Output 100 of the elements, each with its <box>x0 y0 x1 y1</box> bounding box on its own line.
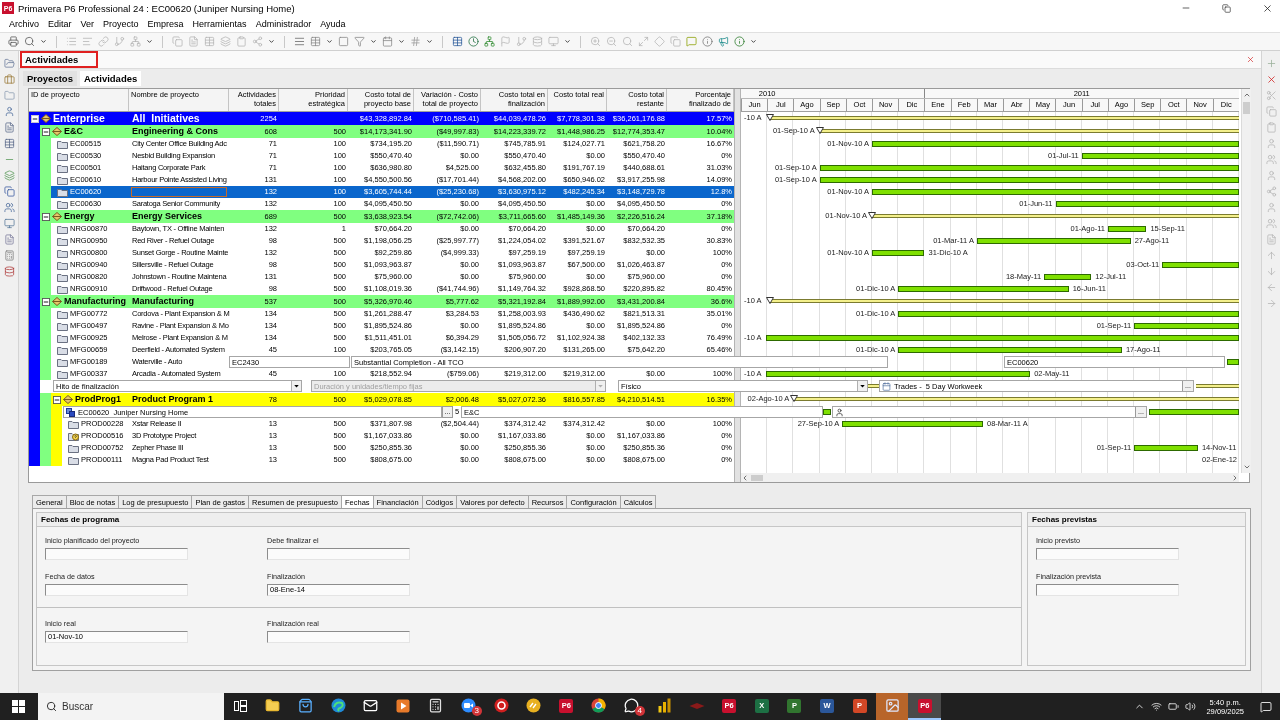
tab[interactable]: Actividades <box>79 71 142 86</box>
users-icon[interactable] <box>3 202 15 213</box>
menu-item[interactable]: Herramientas <box>191 19 248 29</box>
scissors-icon[interactable] <box>1265 90 1277 101</box>
clock-icon[interactable] <box>468 36 479 47</box>
document-icon[interactable] <box>3 122 15 133</box>
printer-icon[interactable] <box>8 36 19 47</box>
tab[interactable]: Proyectos <box>23 71 77 86</box>
arrow-up-icon[interactable] <box>1265 250 1277 261</box>
arrow-right-icon[interactable] <box>1265 298 1277 309</box>
user-icon[interactable] <box>3 106 15 117</box>
collapse-icon[interactable] <box>42 297 50 306</box>
caret-icon[interactable] <box>857 381 867 391</box>
monitor-icon[interactable] <box>548 36 559 47</box>
date-field[interactable] <box>45 584 188 596</box>
user-icon[interactable] <box>1265 170 1277 181</box>
name-input[interactable] <box>131 187 227 197</box>
users-icon[interactable] <box>1265 154 1277 165</box>
copy-icon[interactable] <box>1265 106 1277 117</box>
date-field[interactable] <box>1036 548 1179 560</box>
search-icon[interactable] <box>24 36 35 47</box>
menu-item[interactable]: Proyecto <box>102 19 140 29</box>
flag-icon[interactable] <box>500 36 511 47</box>
arrow-left-icon[interactable] <box>1265 282 1277 293</box>
table-icon[interactable] <box>452 36 463 47</box>
user-icon[interactable] <box>1265 138 1277 149</box>
layers-icon[interactable] <box>220 36 231 47</box>
table-icon[interactable] <box>3 138 15 149</box>
close-icon[interactable] <box>1265 74 1277 85</box>
document-icon[interactable] <box>3 234 15 245</box>
copy-icon[interactable] <box>670 36 681 47</box>
chevron-right-icon[interactable] <box>1231 473 1239 482</box>
zoom-in-icon[interactable] <box>590 36 601 47</box>
network-icon[interactable] <box>484 36 495 47</box>
zoom-out-icon[interactable] <box>606 36 617 47</box>
maximize-icon[interactable] <box>638 36 649 47</box>
layers-icon[interactable] <box>3 170 15 181</box>
restore-icon[interactable] <box>1222 3 1231 13</box>
filter-icon[interactable] <box>354 36 365 47</box>
date-field[interactable] <box>1036 584 1179 596</box>
database-icon[interactable] <box>3 266 15 277</box>
link-icon[interactable] <box>98 36 109 47</box>
share-icon[interactable] <box>252 36 263 47</box>
arrow-down-icon[interactable] <box>1265 266 1277 277</box>
vertical-scrollbar[interactable] <box>1241 89 1251 473</box>
horizontal-scrollbar[interactable] <box>741 473 1239 482</box>
menu-item[interactable]: Empresa <box>146 19 185 29</box>
square-icon[interactable] <box>338 36 349 47</box>
folder-icon[interactable] <box>3 58 15 69</box>
monitor-icon[interactable] <box>3 218 15 229</box>
calculator-icon[interactable] <box>3 250 15 261</box>
scroll-thumb[interactable] <box>1243 102 1250 114</box>
chevron-up-icon[interactable] <box>1242 91 1251 99</box>
folder-icon[interactable] <box>3 90 15 101</box>
scroll-thumb[interactable] <box>751 474 763 481</box>
database-icon[interactable] <box>532 36 543 47</box>
network-icon[interactable] <box>130 36 141 47</box>
taskbar-button[interactable]: 3 <box>452 693 485 720</box>
chevron-down-icon[interactable] <box>1242 463 1251 471</box>
document-icon[interactable] <box>188 36 199 47</box>
search-field[interactable]: Buscar <box>38 693 224 720</box>
users-icon[interactable] <box>1265 218 1277 229</box>
wifi-icon[interactable] <box>1151 701 1163 712</box>
date-field[interactable] <box>45 548 188 560</box>
pane-splitter[interactable] <box>734 89 741 482</box>
close-icon[interactable] <box>1262 2 1273 14</box>
copy-icon[interactable] <box>172 36 183 47</box>
briefcase-icon[interactable] <box>3 74 15 85</box>
megaphone-icon[interactable] <box>718 36 729 47</box>
diamond-icon[interactable] <box>654 36 665 47</box>
copy-icon[interactable] <box>3 186 15 197</box>
menu-item[interactable]: Ayuda <box>319 19 347 29</box>
list-icon[interactable] <box>66 36 77 47</box>
document-icon[interactable] <box>1265 234 1277 245</box>
plus-icon[interactable] <box>1265 58 1277 69</box>
user-icon[interactable] <box>1265 202 1277 213</box>
caret-icon[interactable] <box>291 381 301 391</box>
four-panes-icon[interactable] <box>11 700 25 713</box>
hash-icon[interactable] <box>410 36 421 47</box>
menu-item[interactable]: Ver <box>79 19 96 29</box>
clipboard-icon[interactable] <box>1265 122 1277 133</box>
clipboard-icon[interactable] <box>236 36 247 47</box>
taskbar-button[interactable]: 4 <box>615 693 648 720</box>
branch-icon[interactable] <box>114 36 125 47</box>
calendar-icon[interactable] <box>382 36 393 47</box>
chevron-left-icon[interactable] <box>741 473 749 482</box>
menu-item[interactable]: Archivo <box>8 19 40 29</box>
table-icon[interactable] <box>310 36 321 47</box>
collapse-icon[interactable] <box>53 395 61 404</box>
collapse-icon[interactable] <box>42 212 50 221</box>
branch-icon[interactable] <box>516 36 527 47</box>
speaker-icon[interactable] <box>1185 701 1197 712</box>
date-field[interactable] <box>267 631 410 643</box>
menu-item[interactable]: Editar <box>47 19 73 29</box>
align-left-icon[interactable] <box>82 36 93 47</box>
info-icon[interactable] <box>734 36 745 47</box>
menu-item[interactable]: Administrador <box>254 19 313 29</box>
collapse-icon[interactable] <box>42 127 50 136</box>
date-field[interactable] <box>267 548 410 560</box>
share-icon[interactable] <box>1265 186 1277 197</box>
